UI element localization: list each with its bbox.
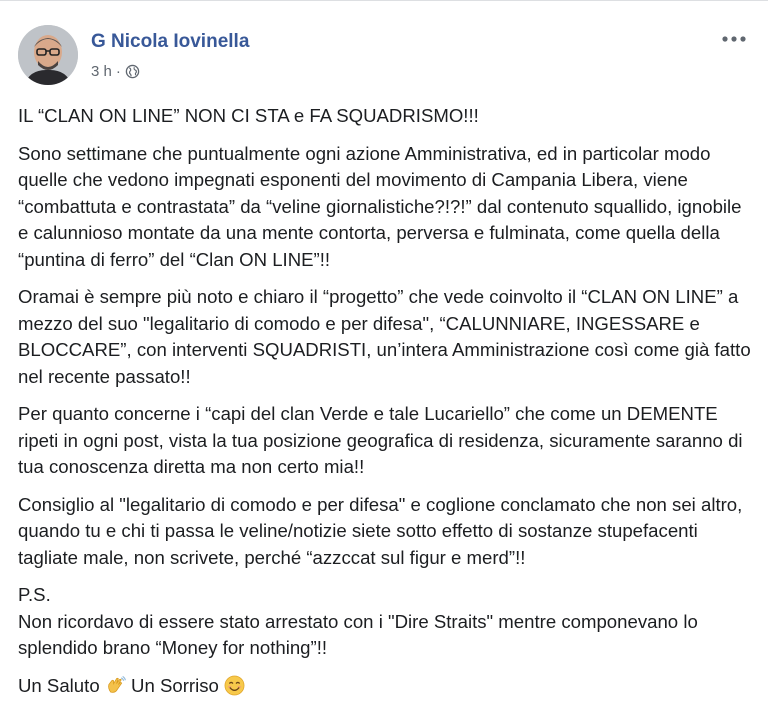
waving-hand-icon [108, 675, 126, 693]
globe-icon[interactable] [125, 64, 140, 79]
post-time[interactable]: 3 h [91, 63, 112, 80]
more-options-icon[interactable] [720, 29, 748, 49]
author-name[interactable]: G Nicola Iovinella [91, 31, 249, 53]
post-paragraph-title: IL “CLAN ON LINE” NON CI STA e FA SQUADR… [18, 105, 479, 126]
closing-smile: Un Sorriso [131, 674, 219, 696]
post-card: G Nicola Iovinella 3 h · IL “CLAN ON LIN… [0, 0, 768, 718]
post-paragraph-ps: P.S. [18, 584, 51, 605]
post-paragraph: Consiglio al "legalitario di comodo e pe… [18, 493, 743, 568]
post-paragraph: Per quanto concerne i “capi del clan Ver… [18, 403, 743, 477]
post-paragraph: Non ricordavo di essere stato arrestato … [18, 610, 698, 659]
closing-greeting: Un Saluto [18, 674, 100, 696]
post-paragraph: Sono settimane che puntualmente ogni azi… [18, 142, 742, 270]
post-header: G Nicola Iovinella 3 h · [18, 25, 750, 89]
avatar-photo-icon [18, 25, 78, 85]
post-body: IL “CLAN ON LINE” NON CI STA e FA SQUADR… [18, 103, 756, 710]
smiling-face-icon [224, 675, 245, 695]
meta-separator: · [115, 63, 121, 80]
post-closing: Un Saluto Un Sorriso [18, 673, 756, 700]
avatar[interactable] [18, 25, 78, 85]
post-paragraph: Oramai è sempre più noto e chiaro il “pr… [18, 286, 751, 387]
post-meta: 3 h · [91, 63, 140, 80]
